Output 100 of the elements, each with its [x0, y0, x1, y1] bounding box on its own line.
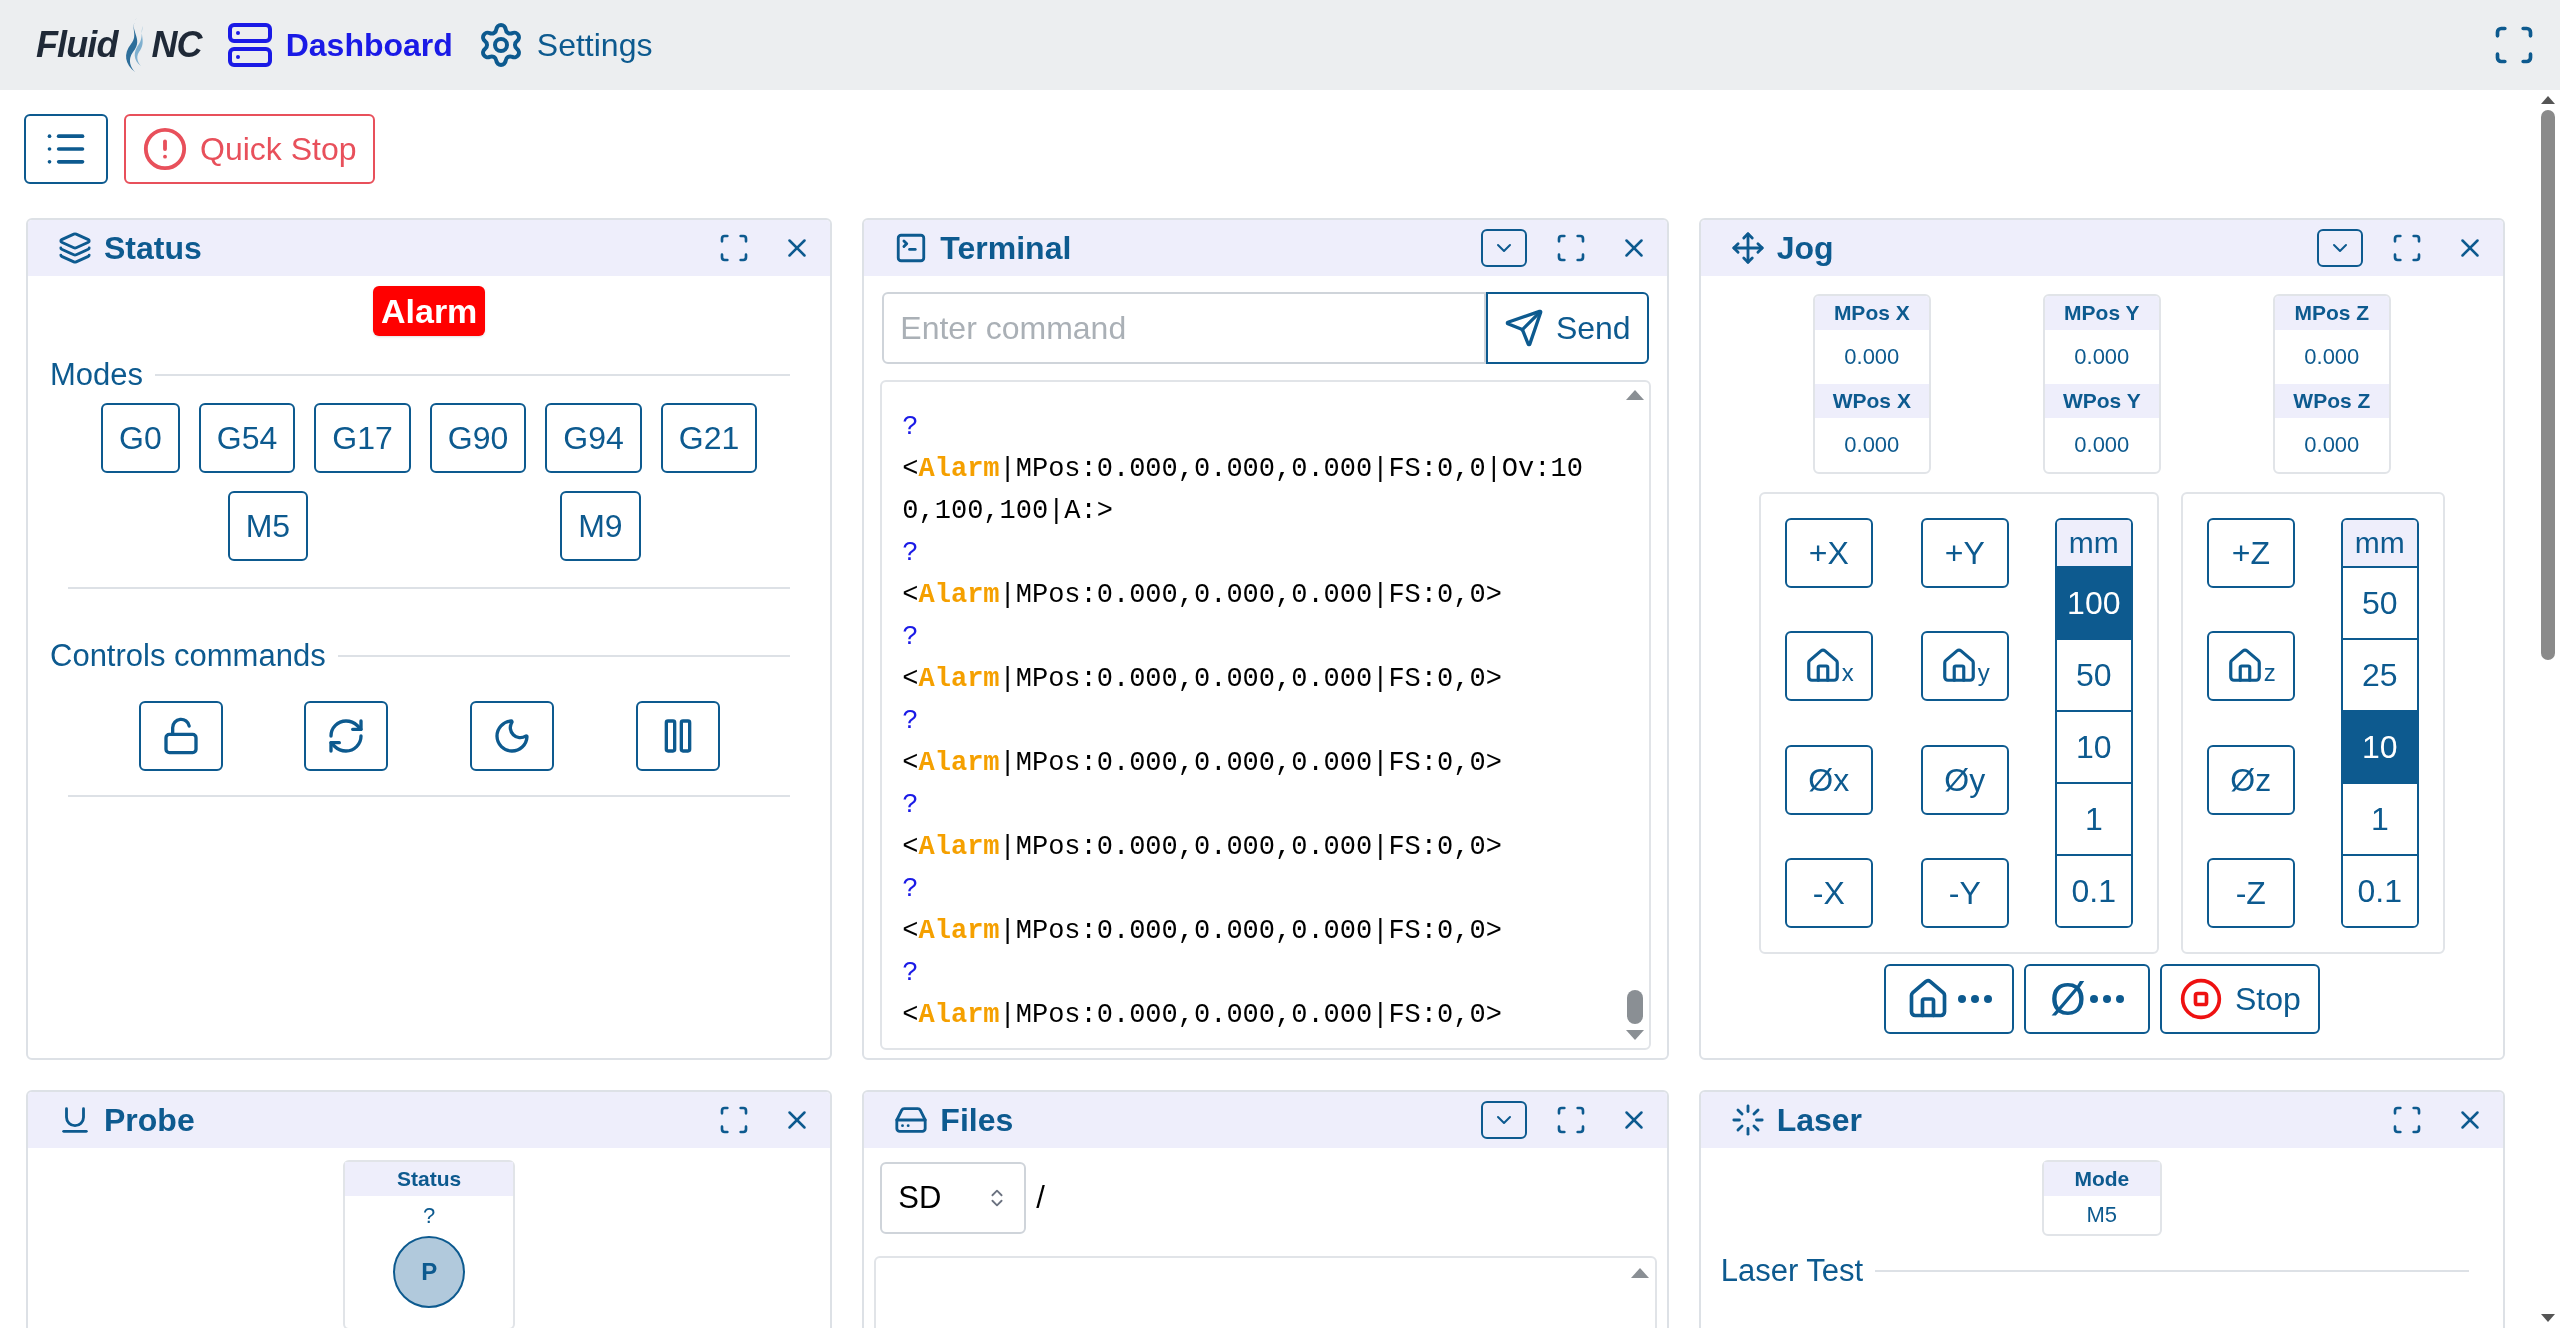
- position-value: 0.000: [1843, 343, 1901, 371]
- position-label: WPos Z: [2274, 384, 2389, 418]
- step-option[interactable]: 0.1: [2342, 854, 2417, 926]
- panel-title: Terminal: [940, 229, 1072, 268]
- jog-button[interactable]: Øx: [1784, 744, 1873, 815]
- ellipsis-icon: [1957, 995, 1992, 1003]
- step-option[interactable]: 100: [2056, 566, 2131, 638]
- mode-button[interactable]: M9: [560, 490, 641, 561]
- collapse-button[interactable]: [1480, 229, 1527, 267]
- panel-title: Status: [104, 229, 202, 268]
- position-value: 0.000: [2073, 431, 2131, 459]
- terminal-line: ?: [902, 621, 919, 654]
- position-label: MPos Y: [2044, 296, 2159, 330]
- panel-title: Probe: [104, 1101, 195, 1140]
- terminal-line: ?: [902, 957, 919, 990]
- scrollbar-thumb[interactable]: [2540, 110, 2555, 660]
- status-value: ?: [423, 1202, 436, 1230]
- terminal-line: ?: [902, 873, 919, 906]
- scroll-up-icon[interactable]: [1630, 1268, 1649, 1278]
- source-select[interactable]: SD: [880, 1162, 1027, 1234]
- position-value: 0.000: [2073, 343, 2131, 371]
- command-field[interactable]: Enter command: [882, 292, 1486, 364]
- terminal-line: ?: [902, 411, 919, 444]
- jog-button[interactable]: Øy: [1920, 744, 2009, 815]
- mode-button[interactable]: M5: [227, 490, 309, 561]
- probe-pin-indicator: P: [393, 1236, 466, 1308]
- mode-value: M5: [2085, 1201, 2119, 1229]
- stop-button[interactable]: Stop: [2159, 964, 2320, 1034]
- nav-tab[interactable]: Settings: [476, 21, 653, 69]
- reset-button[interactable]: [304, 701, 389, 771]
- scroll-down-icon[interactable]: [1625, 1030, 1644, 1040]
- send-icon: [1503, 308, 1544, 348]
- jog-button[interactable]: -Z: [2206, 857, 2295, 928]
- jog-button[interactable]: -Y: [1920, 857, 2009, 928]
- home-axis-button[interactable]: z: [2206, 631, 2295, 702]
- fullscreen-icon[interactable]: [2391, 1104, 2423, 1136]
- quick-stop-button[interactable]: Quick Stop: [124, 114, 375, 184]
- home-all-button[interactable]: [1883, 964, 2014, 1034]
- collapse-button[interactable]: [1480, 1101, 1527, 1139]
- mode-button[interactable]: G90: [429, 402, 527, 473]
- position-label: WPos X: [1814, 384, 1929, 418]
- pause-button[interactable]: [635, 701, 720, 771]
- move-icon: [1730, 231, 1765, 265]
- jog-button[interactable]: +Z: [2206, 518, 2295, 588]
- panel-title: Laser: [1776, 1101, 1863, 1140]
- layers-icon: [58, 231, 92, 265]
- alert-icon: [142, 126, 188, 172]
- section-legend: Modes: [50, 352, 144, 399]
- ellipsis-icon: [2089, 995, 2124, 1003]
- position-value: 0.000: [2303, 431, 2361, 459]
- home-axis-button[interactable]: x: [1784, 631, 1873, 702]
- panel-title: Jog: [1776, 229, 1834, 268]
- terminal-line: <Alarm|MPos:0.000,0.000,0.000|FS:0,0>: [902, 747, 1503, 780]
- terminal-line: <Alarm|MPos:0.000,0.000,0.000|FS:0,0>: [902, 579, 1503, 612]
- position-value: 0.000: [2303, 343, 2361, 371]
- terminal-line: ?: [902, 705, 919, 738]
- logo[interactable]: Fluid NC: [36, 16, 202, 74]
- step-option[interactable]: 0.1: [2056, 854, 2131, 926]
- jog-button[interactable]: +Y: [1920, 518, 2009, 588]
- mode-button[interactable]: G0: [101, 402, 180, 473]
- send-button[interactable]: Send: [1485, 292, 1649, 364]
- stop-icon: [2178, 977, 2223, 1021]
- mode-button[interactable]: G94: [545, 402, 642, 473]
- panel-title: Files: [940, 1101, 1014, 1140]
- position-label: MPos Z: [2274, 296, 2389, 330]
- terminal-line: ?: [902, 789, 919, 822]
- terminal-line: <Alarm|MPos:0.000,0.000,0.000|FS:0,0>: [902, 831, 1503, 864]
- scroll-up-icon[interactable]: [2540, 96, 2555, 104]
- status-label: Status: [345, 1162, 514, 1196]
- jog-button[interactable]: Øz: [2206, 744, 2295, 815]
- section-legend: Controls commands: [50, 632, 326, 679]
- section-legend: Laser Test: [1720, 1248, 1864, 1295]
- unit-label: mm: [2342, 520, 2417, 566]
- jog-button[interactable]: +X: [1784, 518, 1873, 588]
- position-label: MPos X: [1814, 296, 1929, 330]
- unlock-button[interactable]: [138, 701, 223, 771]
- current-path: /: [1036, 1178, 1045, 1217]
- mode-button[interactable]: G54: [198, 402, 296, 473]
- step-option[interactable]: 10: [2342, 710, 2417, 782]
- scroll-up-icon[interactable]: [1625, 390, 1644, 400]
- menu-button[interactable]: [24, 114, 108, 184]
- terminal-line: <Alarm|MPos:0.000,0.000,0.000|FS:0,0>: [902, 663, 1503, 696]
- sleep-button[interactable]: [469, 701, 554, 771]
- nav-tab[interactable]: Dashboard: [225, 21, 453, 69]
- server-icon: [225, 21, 274, 69]
- collapse-button[interactable]: [2317, 229, 2363, 267]
- fullscreen-icon[interactable]: [2391, 232, 2423, 264]
- scroll-down-icon[interactable]: [2540, 1314, 2555, 1322]
- terminal-line: <Alarm|MPos:0.000,0.000,0.000|FS:0,0|Ov:100,100,100|A:>: [902, 453, 1584, 528]
- mode-button[interactable]: G17: [314, 402, 411, 473]
- zero-all-button[interactable]: Ø: [2023, 964, 2150, 1034]
- jog-button[interactable]: -X: [1784, 857, 1873, 928]
- terminal-line: <Alarm|MPos:0.000,0.000,0.000|FS:0,0>: [902, 999, 1503, 1032]
- position-label: WPos Y: [2044, 384, 2159, 418]
- mode-button[interactable]: G21: [660, 402, 758, 473]
- scrollbar-thumb[interactable]: [1626, 990, 1643, 1024]
- terminal-line: <Alarm|MPos:0.000,0.000,0.000|FS:0,0>: [902, 915, 1503, 948]
- terminal-line: ?: [902, 537, 919, 570]
- alarm-badge: Alarm: [372, 286, 486, 336]
- home-axis-button[interactable]: y: [1920, 631, 2009, 702]
